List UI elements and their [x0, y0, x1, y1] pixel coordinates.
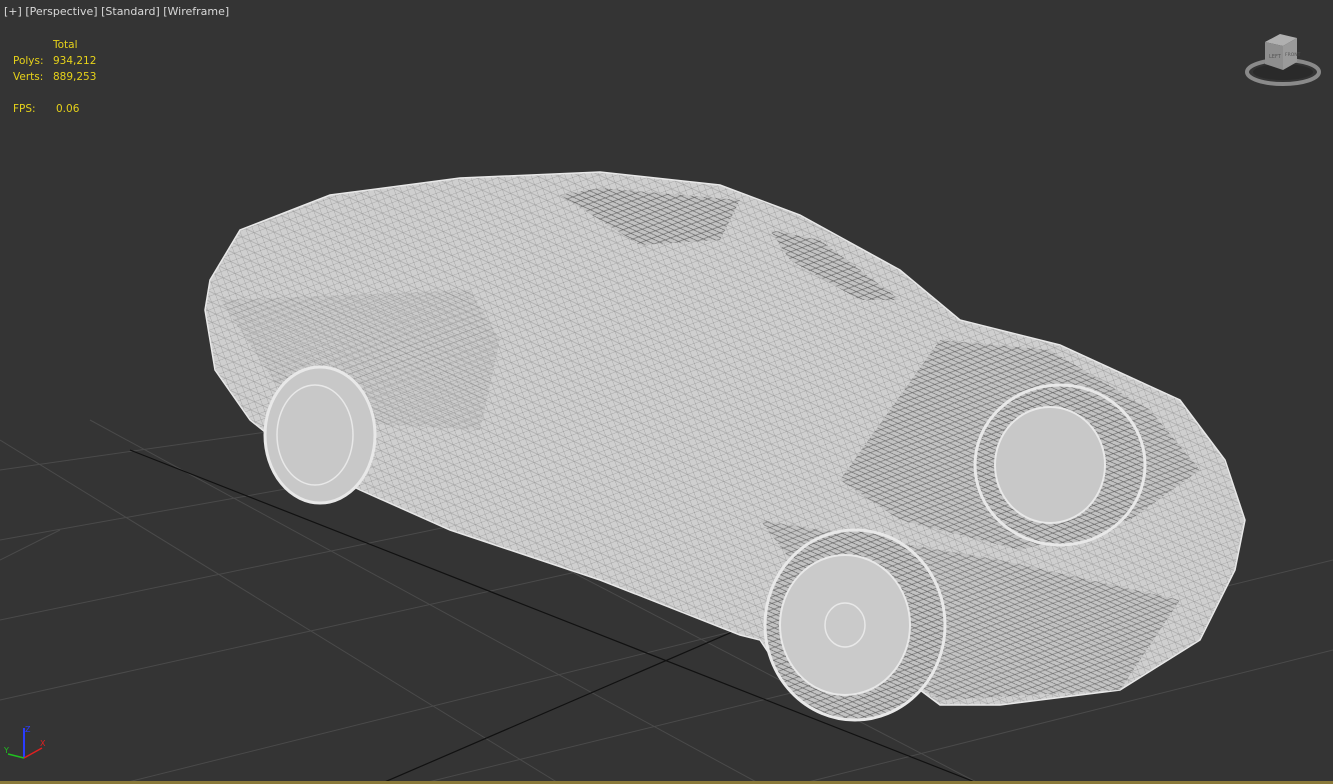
- wheel-rear-left: [263, 365, 377, 505]
- svg-text:FRONT: FRONT: [1285, 52, 1301, 58]
- svg-text:LEFT: LEFT: [1269, 54, 1282, 60]
- polys-label: Polys:: [13, 55, 44, 67]
- axis-y-label: Y: [3, 746, 9, 755]
- wheel-front-left: [763, 528, 947, 722]
- wheel-front-right: [973, 383, 1147, 547]
- grid-axis-line: [379, 619, 761, 784]
- fps-label: FPS:: [13, 103, 36, 115]
- polys-value: 934,212: [53, 55, 97, 67]
- car-wireframe-model[interactable]: [204, 171, 1246, 722]
- axis-z-label: Z: [25, 725, 31, 734]
- axis-x-label: X: [40, 739, 46, 748]
- stats-header: Total: [53, 39, 78, 51]
- viewport-labels: [+] [Perspective] [Standard] [Wireframe]: [4, 5, 229, 18]
- fps-value: 0.06: [56, 103, 80, 115]
- viewcube[interactable]: LEFT FRONT: [1245, 30, 1325, 90]
- shading-menu[interactable]: [Standard]: [101, 5, 160, 18]
- perspective-viewport[interactable]: [0, 0, 1333, 784]
- view-type-menu[interactable]: [Perspective]: [25, 5, 97, 18]
- statistics-overlay: Total Polys: 934,212 Verts: 889,253 FPS: 0.…: [13, 37, 96, 117]
- display-mode-menu[interactable]: [Wireframe]: [163, 5, 229, 18]
- axis-tripod-icon: Z X Y: [3, 725, 46, 759]
- viewport-menu-button[interactable]: [+]: [4, 5, 22, 18]
- verts-value: 889,253: [53, 71, 97, 83]
- verts-label: Verts:: [13, 71, 44, 83]
